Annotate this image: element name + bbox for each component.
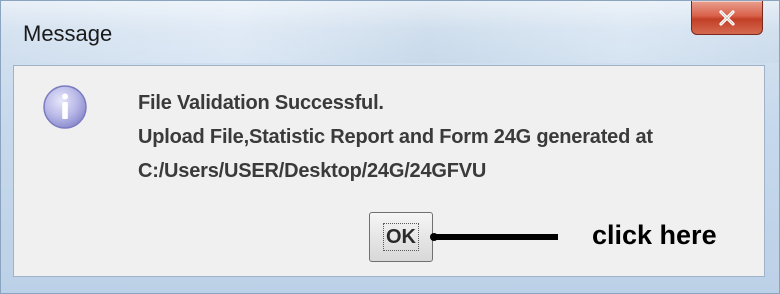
message-dialog: Message File Validation Successful. Uplo… bbox=[0, 0, 780, 294]
dialog-title: Message bbox=[23, 21, 113, 46]
message-line: File Validation Successful. bbox=[138, 92, 384, 114]
title-bar[interactable]: Message bbox=[1, 1, 779, 63]
arrow-annotation bbox=[430, 233, 558, 241]
click-here-annotation: click here bbox=[592, 220, 717, 250]
dialog-content: File Validation Successful. Upload File,… bbox=[13, 65, 765, 277]
close-button[interactable] bbox=[691, 1, 763, 35]
info-icon bbox=[43, 85, 87, 129]
message-line: C:/Users/USER/Desktop/24G/24GFVU bbox=[138, 160, 487, 182]
message-line: Upload File,Statistic Report and Form 24… bbox=[138, 126, 653, 148]
ok-button-label: OK bbox=[383, 223, 419, 251]
close-icon bbox=[719, 9, 735, 26]
